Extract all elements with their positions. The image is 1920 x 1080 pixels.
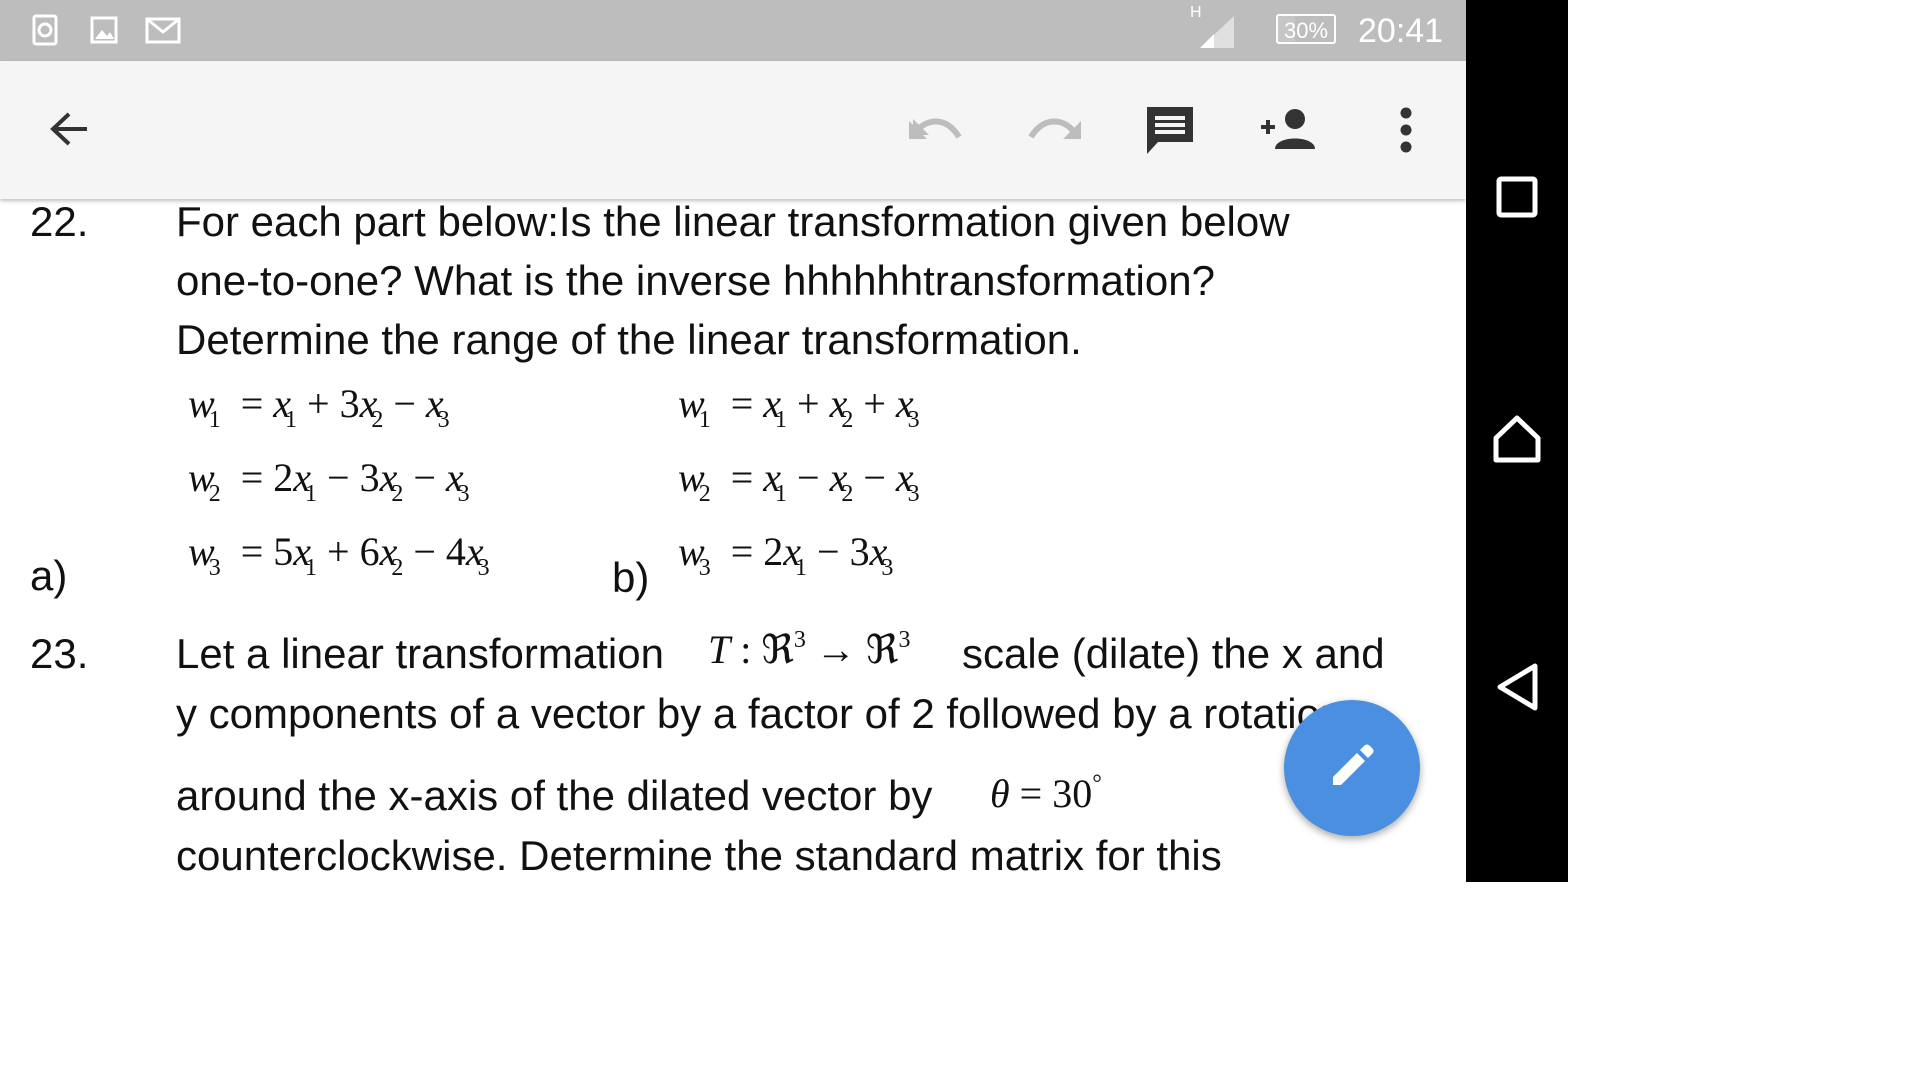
edit-pencil-icon xyxy=(1329,743,1375,794)
equation-b3: w3 = 2x1 − 3x3 xyxy=(678,529,894,582)
question-text-line: around the x-axis of the dilated vector … xyxy=(176,772,933,819)
clock: 20:41 xyxy=(1358,12,1444,50)
battery-indicator: 30% xyxy=(1276,14,1336,44)
edit-fab-button[interactable] xyxy=(1284,700,1420,836)
question-text-line: scale (dilate) the x and xyxy=(962,630,1385,677)
system-nav-bar xyxy=(1466,0,1568,882)
question-text-line: Determine the range of the linear transf… xyxy=(176,316,1082,363)
equation-a3: w3 = 5x1 + 6x2 − 4x3 xyxy=(188,529,490,582)
equation-a2: w2 = 2x1 − 3x2 − x3 xyxy=(188,455,470,508)
question-text-line: counterclockwise. Determine the standard… xyxy=(176,832,1222,879)
question-number: 22. xyxy=(30,199,89,245)
document-page[interactable]: 22. For each part below:Is the linear tr… xyxy=(0,199,1466,882)
transformation-mapping: T : ℜ3 → ℜ3 xyxy=(708,627,911,672)
equation-b1: w1 = x1 + x2 + x3 xyxy=(678,381,920,434)
part-label-a: a) xyxy=(30,552,68,599)
question-text-line: one-to-one? What is the inverse hhhhhhtr… xyxy=(176,257,1215,304)
gmail-icon xyxy=(145,14,181,46)
app-toolbar xyxy=(0,61,1466,199)
status-bar: H 30% 20:41 xyxy=(0,0,1466,61)
equation-a1: w1 = x1 + 3x2 − x3 xyxy=(188,381,450,434)
equation-b2: w2 = x1 − x2 − x3 xyxy=(678,455,920,508)
screenshot-app-icon xyxy=(32,14,58,46)
comment-icon[interactable] xyxy=(1142,103,1198,157)
part-label-b: b) xyxy=(612,554,650,601)
signal-icon xyxy=(1198,14,1236,53)
add-person-icon[interactable] xyxy=(1258,105,1320,153)
battery-percent: 30% xyxy=(1283,18,1329,43)
more-vert-icon[interactable] xyxy=(1390,105,1422,155)
question-number: 23. xyxy=(30,630,89,677)
home-icon[interactable] xyxy=(1492,414,1542,464)
undo-icon[interactable] xyxy=(904,109,966,149)
recents-icon[interactable] xyxy=(1492,172,1542,222)
question-text-line: Let a linear transformation xyxy=(176,630,664,677)
redo-icon[interactable] xyxy=(1024,109,1086,149)
rotation-angle: θ = 30° xyxy=(990,771,1102,816)
back-icon[interactable] xyxy=(1492,662,1542,712)
gallery-icon xyxy=(90,14,118,46)
question-text-line: For each part below:Is the linear transf… xyxy=(176,199,1290,245)
arrow-back-icon[interactable] xyxy=(44,99,94,159)
question-text-line: y components of a vector by a factor of … xyxy=(176,690,1344,737)
